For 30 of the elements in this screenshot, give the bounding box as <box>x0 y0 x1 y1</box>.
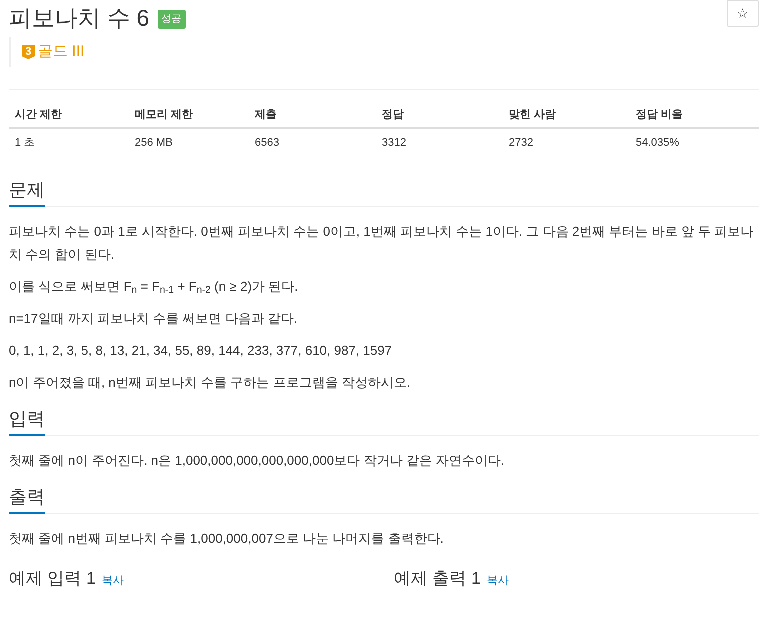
table-cell-text: 256 MB <box>135 136 174 151</box>
table-cell-text: 3312 <box>382 136 408 151</box>
table-cell-text: 6563 <box>255 136 280 151</box>
column-header: 제출 <box>255 108 278 123</box>
star-button[interactable]: ☆ <box>727 0 759 27</box>
copy-link[interactable]: 복사 <box>102 573 124 590</box>
paragraph: 첫째 줄에 n번째 피보나치 수를 1,000,000,007으로 나눈 나머지를 출력한다. <box>9 530 445 548</box>
result-badge: 성공 <box>158 10 186 29</box>
section-heading: 입력 <box>9 406 45 436</box>
paragraph: n이 주어졌을 때, n번째 피보나치 수를 구하는 프로그램을 작성하시오. <box>9 374 412 392</box>
column-header: 맞힌 사람 <box>509 108 558 123</box>
section-heading: 문제 <box>9 177 45 207</box>
column-header: 정답 비율 <box>636 108 684 123</box>
section-heading: 출력 <box>9 484 45 514</box>
table-cell-text: 1 초 <box>15 136 36 151</box>
paragraph: 피보나치 수는 0과 1로 시작한다. 0번째 피보나치 수는 0이고, 1번째 피보나치 수는 1이다. 그 다음 2번째 부터는 바로 앞 두 피보나치 수의 합이 된다. <box>9 223 755 264</box>
column-header: 정답 <box>382 108 405 123</box>
example-heading: 예제 출력 1 <box>394 568 481 590</box>
example-heading: 예제 입력 1 <box>9 568 96 590</box>
tier-icon: 3 <box>22 44 35 60</box>
column-header: 시간 제한 <box>15 108 64 123</box>
paragraph: 0, 1, 1, 2, 3, 5, 8, 13, 21, 34, 55, 89, 144, 233, 377, 610, 987, 1597 <box>9 342 394 360</box>
paragraph: 이를 식으로 써보면 F$_{n}$ = F$_{n-1}$ + F$_{n-2}$ (n ≥ 2)가 된다. <box>9 278 300 298</box>
column-header: 메모리 제한 <box>135 108 194 123</box>
copy-link[interactable]: 복사 <box>486 573 509 590</box>
paragraph: 첫째 줄에 n이 주어진다. n은 1,000,000,000,000,000,000보다 작거나 같은 자연수이다. <box>9 452 506 470</box>
table-cell-text: 2732 <box>509 136 534 151</box>
problem-title: 피보나치 수 6 <box>9 4 150 33</box>
paragraph: n=17일때 까지 피보나치 수를 써보면 다음과 같다. <box>9 310 299 328</box>
table-cell-text: 54.035% <box>636 136 680 151</box>
